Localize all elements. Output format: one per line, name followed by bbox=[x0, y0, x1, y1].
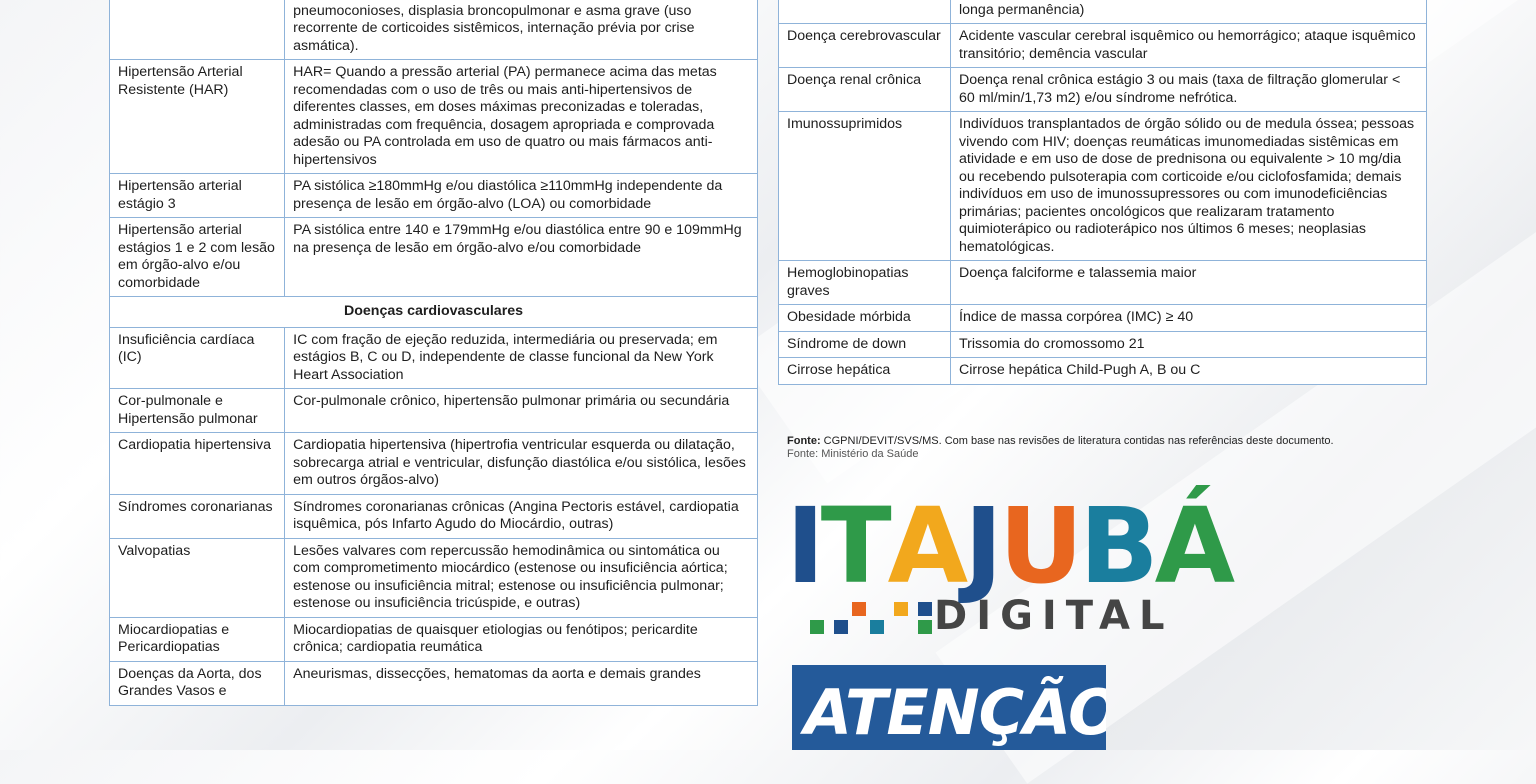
logo-dot bbox=[918, 620, 932, 634]
condition-cell: Miocardiopatias e Pericardiopatias bbox=[108, 616, 286, 662]
condition-cell: Hipertensão arterial estágio 3 bbox=[108, 173, 286, 218]
condition-cell: Valvopatias bbox=[108, 537, 286, 618]
criteria-cell: IC com fração de ejeção reduzida, interm… bbox=[284, 326, 758, 389]
condition-cell: Hipertensão Arterial Resistente (HAR) bbox=[108, 59, 286, 174]
condition-cell: Cor-pulmonale e Hipertensão pulmonar bbox=[108, 388, 286, 433]
logo-dot bbox=[894, 602, 908, 616]
condition-cell: Imunossuprimidos bbox=[778, 111, 951, 261]
logo-dot bbox=[834, 620, 848, 634]
criteria-cell: Indivíduos transplantados de órgão sólid… bbox=[950, 111, 1427, 261]
attention-banner: ATENÇÃO! bbox=[792, 665, 1106, 750]
condition-cell: Doenças da Aorta, dos Grandes Vasos e bbox=[108, 660, 286, 706]
table-row: implantadosdesfibriladores, ressincroniz… bbox=[778, 0, 1427, 24]
condition-cell: implantados bbox=[778, 0, 951, 24]
criteria-cell: Cor-pulmonale crônico, hipertensão pulmo… bbox=[284, 388, 758, 433]
table-row: Obesidade mórbida Índice de massa corpóre… bbox=[778, 304, 1427, 332]
criteria-cell: Doença renal crônica estágio 3 ou mais (… bbox=[950, 67, 1427, 112]
logo-letter: U bbox=[998, 485, 1083, 607]
table-row: Cardiopatia hipertensiva Cardiopatia hipe… bbox=[108, 432, 758, 495]
source-label: Fonte: bbox=[787, 435, 821, 447]
table-row: Hipertensão arterial estágio 3 PA sistóli… bbox=[108, 173, 758, 218]
logo-dot bbox=[870, 620, 884, 634]
criteria-cell: Trissomia do cromossomo 21 bbox=[950, 330, 1427, 358]
table-row: Síndrome de down Trissomia do cromossomo … bbox=[778, 330, 1427, 358]
logo-letter: J bbox=[964, 485, 1003, 607]
condition-cell: Síndromes coronarianas bbox=[108, 493, 286, 539]
attention-banner-text: ATENÇÃO! bbox=[804, 676, 1106, 749]
source-text: CGPNI/DEVIT/SVS/MS. Com base nas revisõe… bbox=[823, 435, 1334, 447]
criteria-cell: Miocardiopatias de quaisquer etiologias … bbox=[284, 616, 758, 662]
condition-cell: Doença cerebrovascular bbox=[778, 23, 951, 68]
criteria-cell: desfibriladores, ressincronizadores, ass… bbox=[950, 0, 1427, 24]
condition-cell: Cirrose hepática bbox=[778, 357, 951, 385]
table-row: Insuficiência cardíaca (IC) IC com fração… bbox=[108, 326, 758, 389]
condition-cell: Obesidade mórbida bbox=[778, 304, 951, 332]
table-row: Miocardiopatias e Pericardiopatias Miocar… bbox=[108, 616, 758, 662]
logo-letter: B bbox=[1079, 485, 1158, 607]
criteria-cell: obstrutiva crônica, fibrose cística, fib… bbox=[284, 0, 758, 60]
table-row: Hemoglobinopatias graves Doença falciform… bbox=[778, 260, 1427, 305]
criteria-cell: Cardiopatia hipertensiva (hipertrofia ve… bbox=[284, 432, 758, 495]
logo-subtitle: DIGITAL bbox=[934, 593, 1174, 639]
table-row: Imunossuprimidos Indivíduos transplantado… bbox=[778, 111, 1427, 261]
logo-letter: A bbox=[887, 485, 968, 607]
source-secondary: Fonte: Ministério da Saúde bbox=[787, 447, 919, 460]
condition-cell: Hipertensão arterial estágios 1 e 2 com … bbox=[108, 217, 286, 297]
table-row: Valvopatias Lesões valvares com repercuss… bbox=[108, 537, 758, 618]
table-row: crônicas gravesobstrutiva crônica, fibro… bbox=[108, 0, 758, 60]
table-row: Doença renal crônica Doença renal crônica… bbox=[778, 67, 1427, 112]
condition-cell: crônicas graves bbox=[108, 0, 286, 60]
criteria-cell: HAR= Quando a pressão arterial (PA) perm… bbox=[284, 59, 758, 174]
condition-cell: Hemoglobinopatias graves bbox=[778, 260, 951, 305]
source-note: Fonte: CGPNI/DEVIT/SVS/MS. Com base nas … bbox=[787, 435, 1334, 460]
section-title: Doenças cardiovasculares bbox=[109, 296, 758, 328]
criteria-cell: Cirrose hepática Child-Pugh A, B ou C bbox=[950, 357, 1427, 385]
criteria-cell: Índice de massa corpórea (IMC) ≥ 40 bbox=[950, 304, 1427, 332]
table-row: Síndromes coronarianas Síndromes coronari… bbox=[108, 493, 758, 539]
criteria-cell: Doença falciforme e talassemia maior bbox=[950, 260, 1427, 305]
comorbidities-table-right: implantadosdesfibriladores, ressincroniz… bbox=[778, 0, 1427, 385]
table-row: Cor-pulmonale e Hipertensão pulmonar Cor-… bbox=[108, 388, 758, 433]
itajuba-digital-logo: ITAJUBÁ DIGITAL bbox=[786, 494, 1235, 643]
condition-cell: Síndrome de down bbox=[778, 330, 951, 358]
condition-cell: Insuficiência cardíaca (IC) bbox=[108, 326, 286, 389]
section-header-row: Doenças cardiovasculares bbox=[109, 296, 758, 328]
table-row: Cirrose hepática Cirrose hepática Child-P… bbox=[778, 357, 1427, 385]
logo-dot bbox=[852, 602, 866, 616]
condition-cell: Cardiopatia hipertensiva bbox=[108, 432, 286, 495]
criteria-cell: Lesões valvares com repercussão hemodinâ… bbox=[284, 537, 758, 618]
logo-dot bbox=[918, 602, 932, 616]
criteria-cell: Aneurismas, dissecções, hematomas da aor… bbox=[284, 660, 758, 706]
logo-wordmark: ITAJUBÁ bbox=[786, 485, 1235, 607]
table-row: Hipertensão arterial estágios 1 e 2 com … bbox=[108, 217, 758, 297]
criteria-cell: Acidente vascular cerebral isquêmico ou … bbox=[950, 23, 1427, 68]
criteria-cell: Síndromes coronarianas crônicas (Angina … bbox=[284, 493, 758, 539]
criteria-cell: PA sistólica ≥180mmHg e/ou diastólica ≥1… bbox=[284, 173, 758, 218]
logo-letter: I bbox=[786, 485, 825, 607]
table-row: Doenças da Aorta, dos Grandes Vasos e Ane… bbox=[108, 660, 758, 706]
logo-letter: T bbox=[820, 485, 892, 607]
table-row: Doença cerebrovascular Acidente vascular … bbox=[778, 23, 1427, 68]
criteria-cell: PA sistólica entre 140 e 179mmHg e/ou di… bbox=[284, 217, 758, 297]
comorbidities-table-left: crônicas gravesobstrutiva crônica, fibro… bbox=[108, 0, 758, 706]
logo-dot bbox=[810, 620, 824, 634]
logo-letter: Á bbox=[1154, 485, 1235, 607]
table-row: Hipertensão Arterial Resistente (HAR) HAR… bbox=[108, 59, 758, 174]
condition-cell: Doença renal crônica bbox=[778, 67, 951, 112]
